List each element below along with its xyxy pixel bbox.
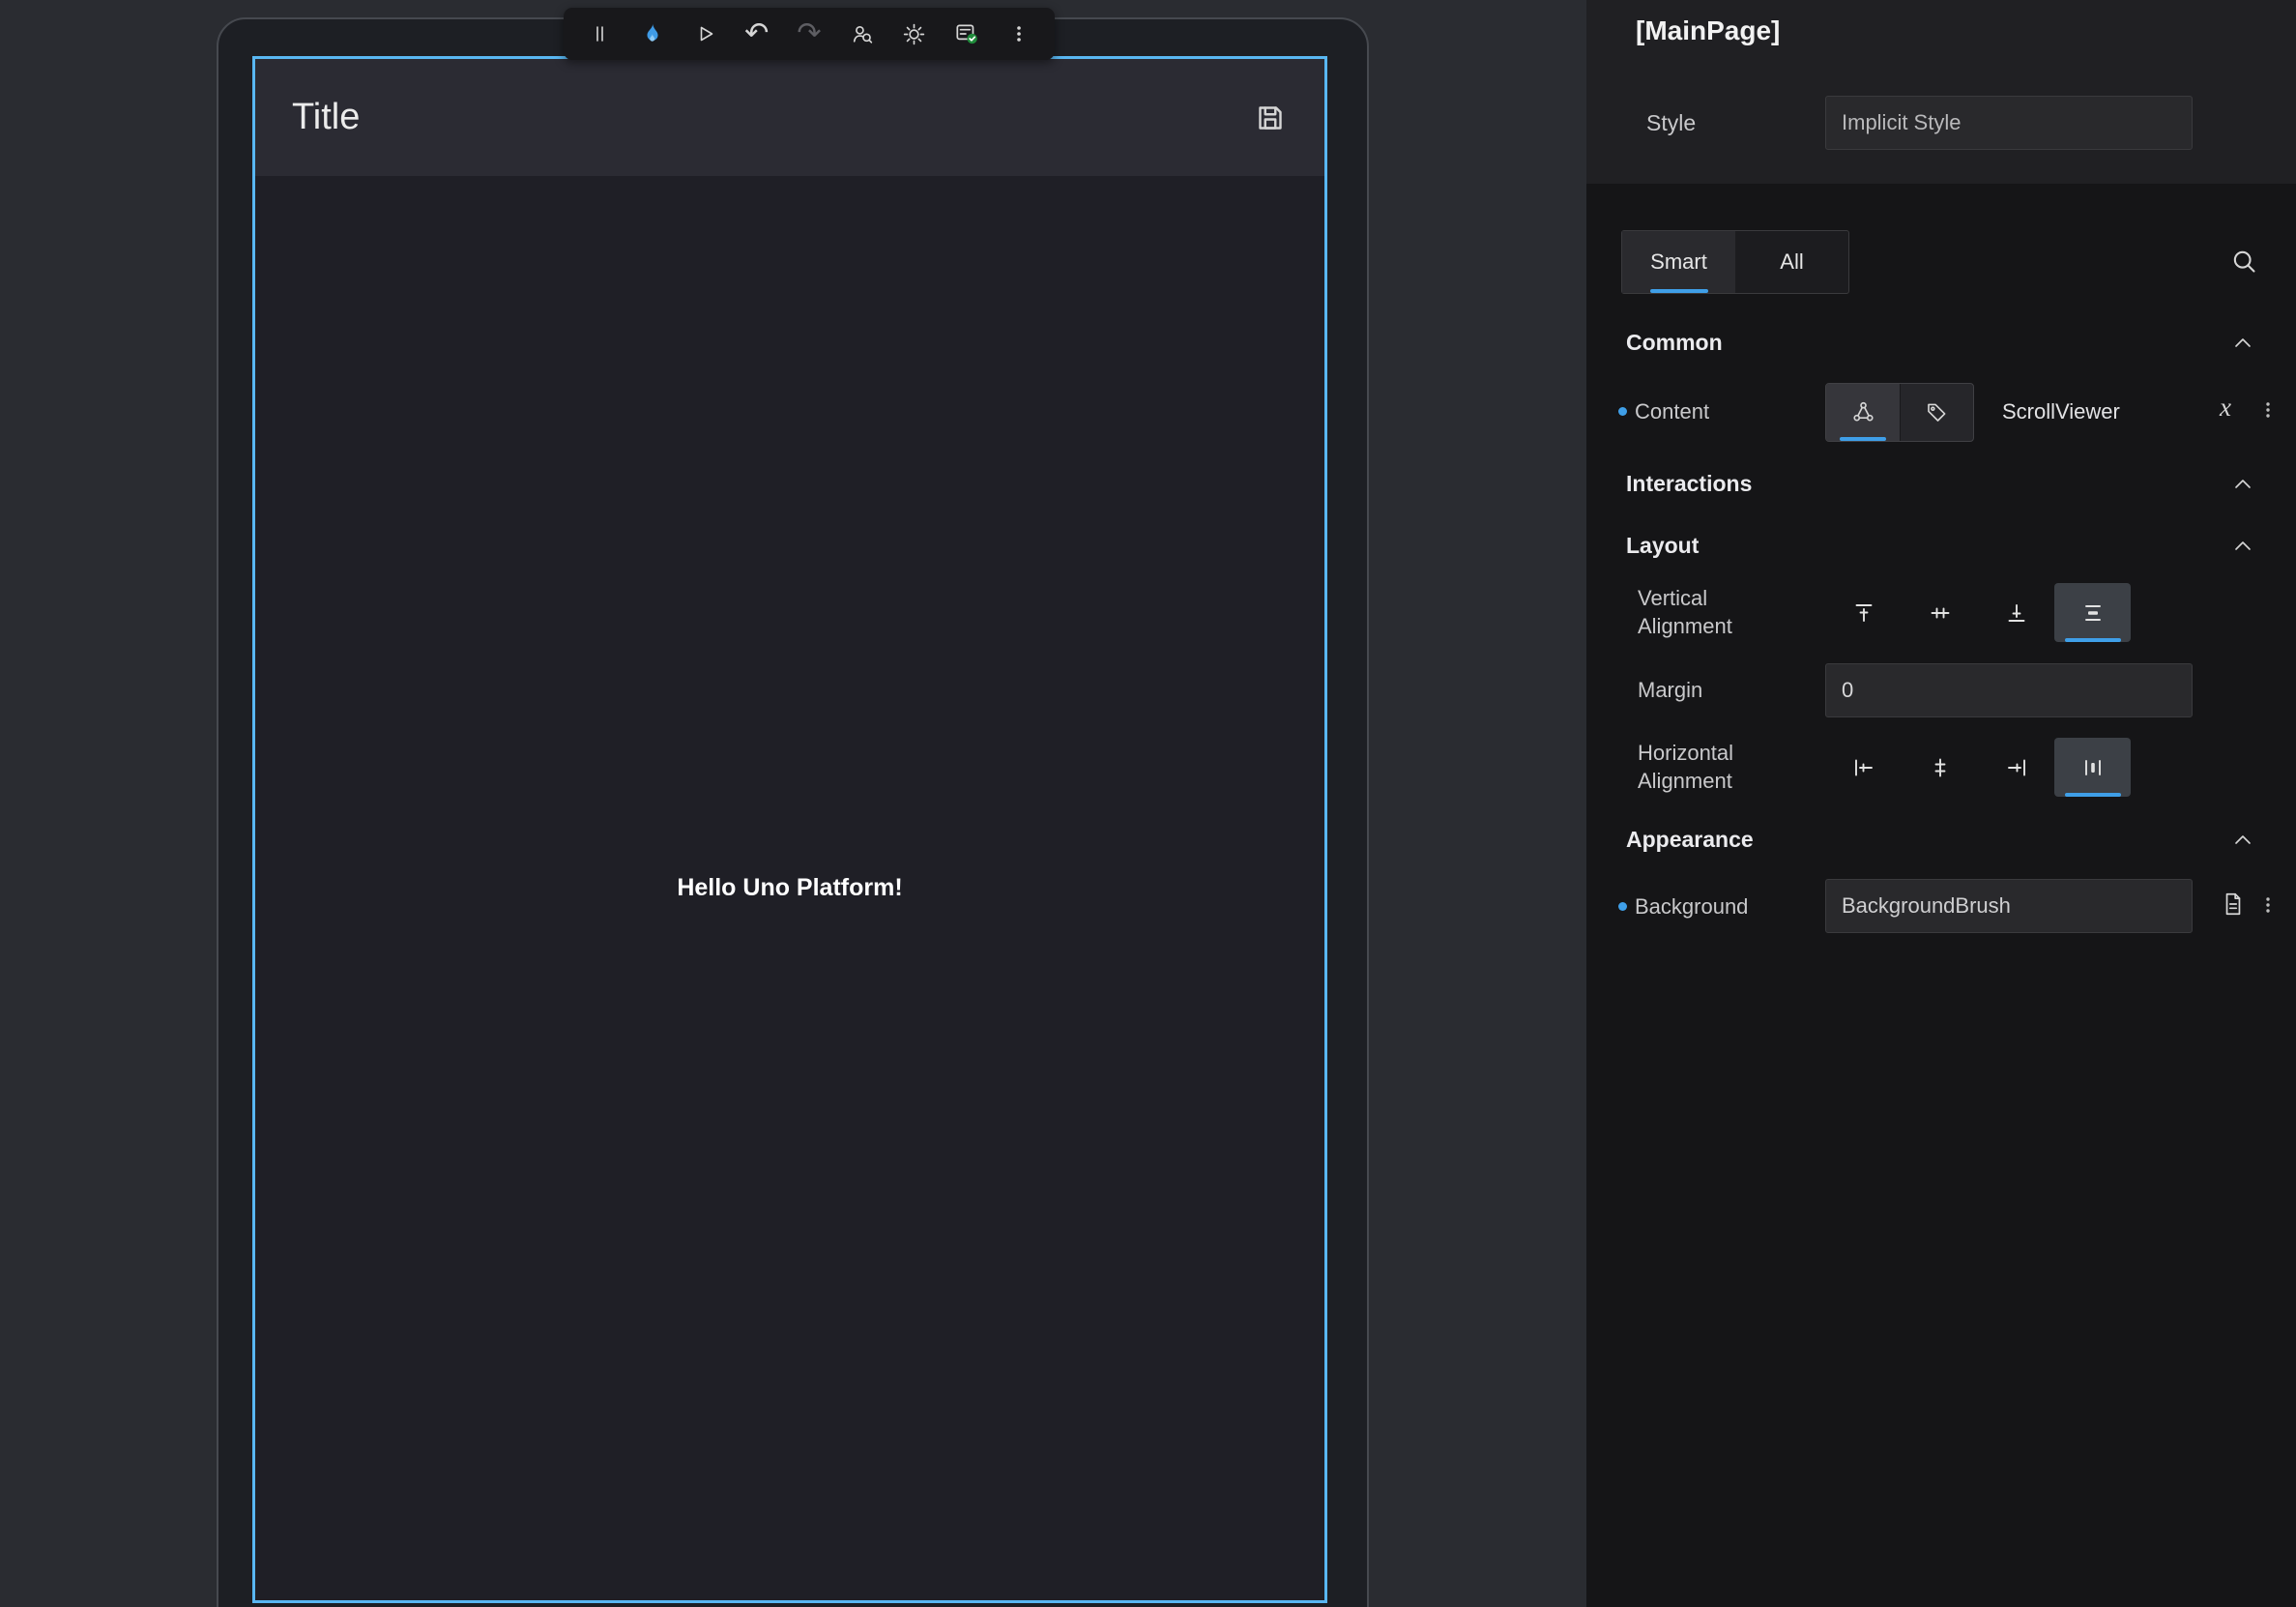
margin-value: 0: [1842, 678, 1853, 703]
section-appearance: Appearance: [1626, 826, 1754, 853]
selected-element-name: [MainPage]: [1636, 15, 1780, 46]
more-icon[interactable]: [1003, 17, 1035, 50]
vertical-alignment-group: [1825, 583, 2131, 642]
style-value: Implicit Style: [1842, 110, 1961, 135]
play-icon[interactable]: [688, 17, 721, 50]
halign-stretch-button[interactable]: [2054, 738, 2131, 797]
tab-smart-underline: [1650, 289, 1708, 293]
margin-label: Margin: [1638, 677, 1702, 704]
chevron-up-icon[interactable]: [2230, 534, 2255, 559]
search-icon[interactable]: [2227, 245, 2260, 278]
background-modified-dot: [1618, 902, 1627, 911]
selected-element-header: [MainPage] Style Implicit Style: [1586, 0, 2296, 184]
vertical-alignment-label: Vertical Alignment: [1638, 584, 1783, 640]
content-more-icon[interactable]: [2255, 397, 2281, 423]
chevron-up-icon[interactable]: [2230, 472, 2255, 497]
properties-panel: [MainPage] Style Implicit Style Smart Al…: [1586, 0, 2296, 1607]
content-control-tree-button[interactable]: [1826, 384, 1900, 441]
content-editor-underline: [1840, 437, 1886, 441]
horizontal-alignment-label: Horizontal Alignment: [1638, 739, 1783, 795]
content-label: Content: [1635, 398, 1709, 425]
content-tag-button[interactable]: [1900, 384, 1973, 441]
hot-design-toolbar: ↶ ↷: [564, 8, 1055, 60]
resource-icon[interactable]: [2220, 891, 2247, 918]
background-value: BackgroundBrush: [1842, 893, 2011, 919]
binding-icon[interactable]: x: [2220, 393, 2231, 423]
content-value[interactable]: ScrollViewer: [2002, 398, 2120, 425]
drag-handle-icon[interactable]: [583, 17, 616, 50]
design-canvas: Title Hello Uno Platform!: [0, 0, 1586, 1607]
style-label: Style: [1646, 109, 1696, 136]
undo-icon[interactable]: ↶: [741, 17, 773, 50]
halign-center-button[interactable]: [1902, 738, 1978, 797]
halign-left-button[interactable]: [1825, 738, 1902, 797]
app-title-bar: Title: [255, 59, 1324, 176]
halign-selected-underline: [2065, 793, 2121, 797]
content-modified-dot: [1618, 407, 1627, 416]
hot-design-window: Title Hello Uno Platform!: [0, 0, 2296, 1607]
section-interactions: Interactions: [1626, 470, 1752, 497]
device-frame: Title Hello Uno Platform!: [217, 17, 1369, 1607]
valign-stretch-button[interactable]: [2054, 583, 2131, 642]
app-content: Hello Uno Platform!: [255, 176, 1324, 1600]
valign-top-button[interactable]: [1825, 583, 1902, 642]
app-title: Title: [292, 97, 360, 138]
margin-input[interactable]: 0: [1825, 663, 2193, 717]
section-common: Common: [1626, 329, 1723, 356]
property-filter-tabs: Smart All: [1621, 230, 1849, 294]
section-layout: Layout: [1626, 532, 1699, 559]
app-preview-selected[interactable]: Title Hello Uno Platform!: [252, 56, 1327, 1603]
diagnostics-check-icon[interactable]: [950, 17, 983, 50]
horizontal-alignment-group: [1825, 738, 2131, 797]
style-input[interactable]: Implicit Style: [1825, 96, 2193, 150]
chevron-up-icon[interactable]: [2230, 331, 2255, 356]
redo-icon[interactable]: ↷: [793, 17, 826, 50]
halign-right-button[interactable]: [1978, 738, 2054, 797]
content-editor-toggle: [1825, 383, 1974, 442]
chevron-up-icon[interactable]: [2230, 828, 2255, 853]
background-more-icon[interactable]: [2255, 892, 2281, 918]
hot-reload-flame-icon[interactable]: [635, 17, 668, 50]
background-label: Background: [1635, 893, 1748, 920]
save-icon[interactable]: [1253, 101, 1288, 135]
background-input[interactable]: BackgroundBrush: [1825, 879, 2193, 933]
tab-smart[interactable]: Smart: [1622, 231, 1735, 293]
element-inspector-icon[interactable]: [845, 17, 878, 50]
greeting-text: Hello Uno Platform!: [677, 874, 902, 902]
valign-selected-underline: [2065, 638, 2121, 642]
valign-bottom-button[interactable]: [1978, 583, 2054, 642]
valign-center-button[interactable]: [1902, 583, 1978, 642]
theme-sun-icon[interactable]: [898, 17, 931, 50]
tab-all[interactable]: All: [1735, 231, 1848, 293]
